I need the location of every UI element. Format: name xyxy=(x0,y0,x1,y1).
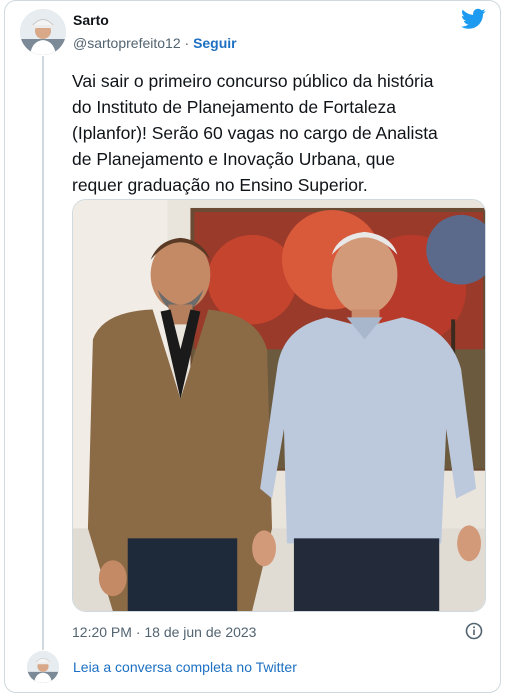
info-icon[interactable] xyxy=(465,622,483,640)
read-conversation-link[interactable]: Leia a conversa completa no Twitter xyxy=(73,659,297,675)
author-avatar[interactable] xyxy=(20,9,66,55)
author-handle[interactable]: @sartoprefeito12 xyxy=(73,35,181,51)
thread-line xyxy=(42,56,44,650)
author-name[interactable]: Sarto xyxy=(73,12,109,28)
twitter-bird-icon[interactable] xyxy=(461,8,486,30)
separator-dot: · xyxy=(184,35,190,51)
follow-link[interactable]: Seguir xyxy=(193,35,237,51)
author-avatar-small[interactable] xyxy=(27,651,59,683)
handle-row: @sartoprefeito12 · Seguir xyxy=(73,35,237,51)
tweet-photo[interactable] xyxy=(72,199,486,612)
tweet-timestamp[interactable]: 12:20 PM · 18 de jun de 2023 xyxy=(72,624,256,640)
tweet-text: Vai sair o primeiro concurso público da … xyxy=(72,71,438,195)
